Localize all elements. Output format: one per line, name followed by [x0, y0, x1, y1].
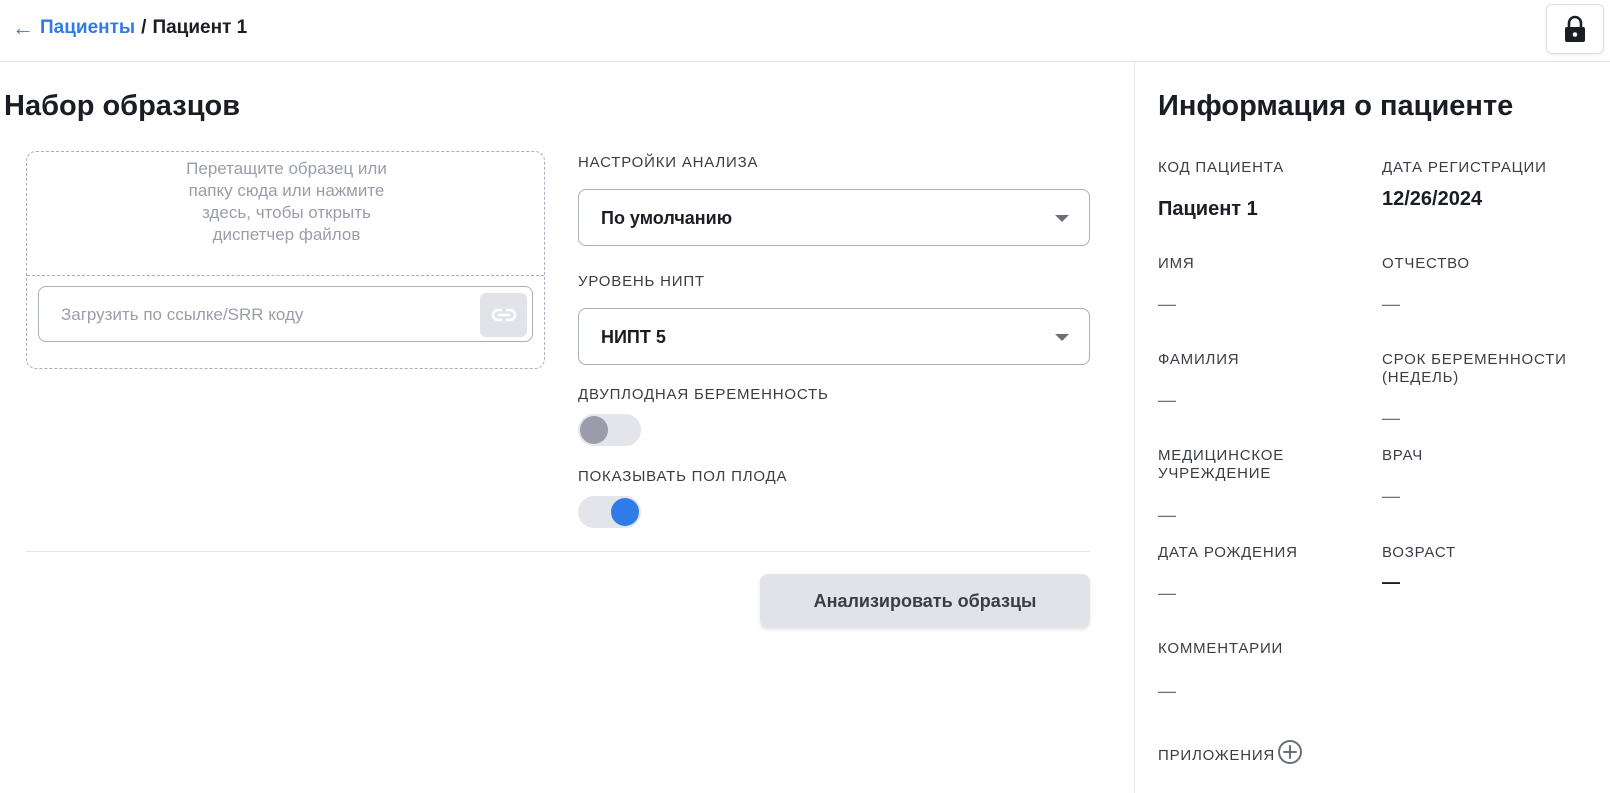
birth-date-label: Дата рождения — [1158, 544, 1298, 561]
patronymic-value: — — [1382, 294, 1400, 314]
breadcrumb-current: Пациент 1 — [152, 17, 248, 38]
dropzone-text[interactable]: Перетащите образец или папку сюда или на… — [27, 158, 546, 246]
institution-value: — — [1158, 505, 1176, 525]
nipt-level-label: Уровень НИПТ — [578, 273, 705, 290]
top-bar: ← Пациенты / Пациент 1 — [0, 0, 1610, 62]
analysis-settings-select[interactable]: По умолчанию — [578, 189, 1090, 246]
file-dropzone[interactable]: Перетащите образец или папку сюда или на… — [26, 151, 545, 369]
comments-value: — — [1158, 681, 1176, 701]
analysis-settings-value: По умолчанию — [601, 208, 733, 228]
doctor-value: — — [1382, 486, 1400, 506]
plus-circle-icon[interactable] — [1277, 739, 1303, 765]
attachments-label: Приложения — [1158, 747, 1276, 764]
registration-date-value: 12/26/2024 — [1382, 188, 1483, 210]
patient-info-title: Информация о пациенте — [1158, 90, 1514, 122]
birth-date-value: — — [1158, 583, 1176, 603]
analyze-samples-button[interactable]: Анализировать образцы — [760, 574, 1090, 628]
chevron-down-icon — [1055, 334, 1069, 341]
analysis-settings-label: Настройки анализа — [578, 154, 759, 171]
doctor-label: Врач — [1382, 447, 1424, 464]
breadcrumb: ← Пациенты / Пациент 1 — [12, 17, 247, 39]
breadcrumb-patients-link[interactable]: Пациенты — [40, 17, 135, 39]
institution-label: Медицинское учреждение — [1158, 447, 1285, 482]
age-label: Возраст — [1382, 544, 1457, 561]
patronymic-label: Отчество — [1382, 255, 1470, 272]
toggle-knob — [580, 416, 608, 444]
gestation-value: — — [1382, 408, 1400, 428]
first-name-value: — — [1158, 294, 1176, 314]
divider — [26, 551, 1090, 552]
first-name-label: Имя — [1158, 255, 1195, 272]
last-name-value: — — [1158, 390, 1176, 410]
chevron-down-icon — [1055, 215, 1069, 222]
link-button[interactable] — [480, 293, 527, 337]
sample-set-panel: Набор образцов Перетащите образец или па… — [0, 62, 1134, 793]
twin-pregnancy-label: Двуплодная беременность — [578, 386, 829, 403]
registration-date-label: Дата регистрации — [1382, 159, 1547, 176]
patient-code-value: Пациент 1 — [1158, 198, 1258, 220]
toggle-knob — [611, 498, 639, 526]
show-fetal-sex-label: Показывать пол плода — [578, 468, 788, 485]
url-field — [38, 286, 533, 342]
lock-button[interactable] — [1546, 4, 1604, 54]
sample-set-title: Набор образцов — [4, 90, 241, 122]
last-name-label: Фамилия — [1158, 351, 1240, 368]
show-fetal-sex-toggle[interactable] — [578, 496, 641, 528]
age-value: — — [1382, 572, 1400, 592]
lock-icon — [1565, 15, 1585, 42]
url-input[interactable] — [61, 303, 461, 327]
patient-info-panel: Информация о пациенте Код пациента Пацие… — [1134, 62, 1610, 793]
dropzone-divider — [27, 275, 544, 276]
link-icon — [491, 308, 516, 322]
comments-label: Комментарии — [1158, 640, 1284, 657]
nipt-level-value: НИПТ 5 — [601, 327, 666, 347]
nipt-level-select[interactable]: НИПТ 5 — [578, 308, 1090, 365]
patient-code-label: Код пациента — [1158, 159, 1285, 176]
gestation-label: Срок беременности (недель) — [1382, 351, 1567, 386]
breadcrumb-separator: / — [141, 17, 147, 38]
twin-pregnancy-toggle[interactable] — [578, 414, 641, 446]
arrow-left-icon[interactable]: ← — [12, 17, 34, 39]
